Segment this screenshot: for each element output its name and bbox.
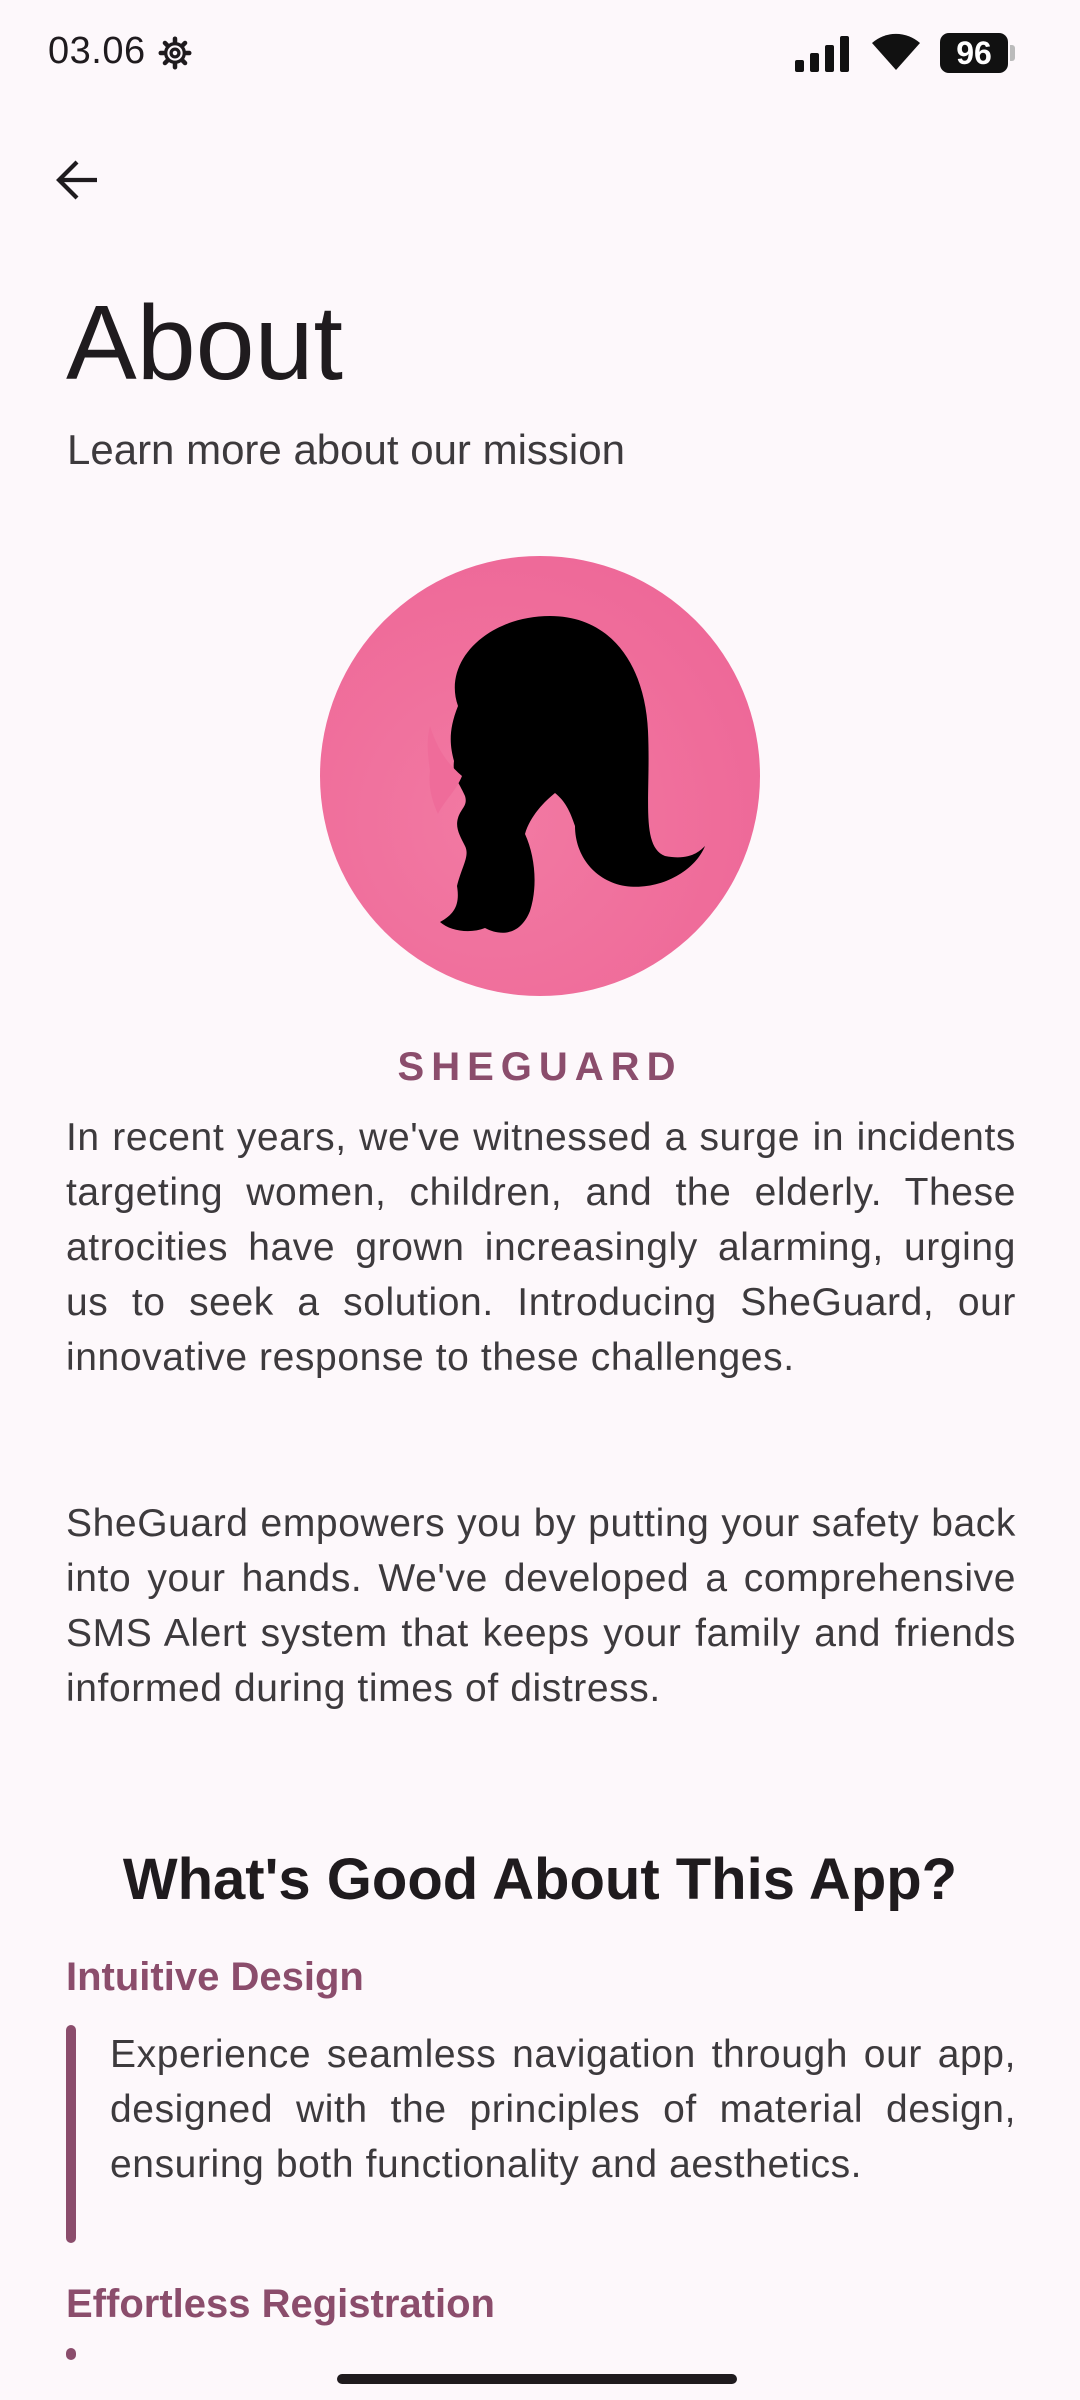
page-title: About: [66, 284, 344, 402]
status-bar: 03.06 96: [0, 0, 1080, 110]
intro-paragraph-1: In recent years, we've witnessed a surge…: [66, 1116, 1016, 1379]
wifi-icon: [870, 30, 922, 72]
back-button[interactable]: [40, 145, 114, 219]
features-heading: What's Good About This App?: [122, 1847, 958, 1912]
app-name: SHEGUARD: [397, 1045, 683, 1089]
arrow-left-icon: [53, 156, 101, 209]
feature-accent-bar: [66, 2348, 76, 2360]
signal-icon: [795, 36, 853, 72]
status-time: 03.06: [48, 30, 146, 72]
intro-paragraph-2: SheGuard empowers you by putting your sa…: [66, 1502, 1016, 1710]
battery-tip: [1010, 45, 1015, 61]
page-subtitle: Learn more about our mission: [67, 426, 625, 473]
woman-silhouette-icon: [427, 616, 705, 933]
battery-icon: 96: [940, 33, 1008, 73]
gear-icon: [157, 35, 193, 71]
app-logo: [320, 556, 760, 996]
feature-title-intuitive-design: Intuitive Design: [66, 1955, 364, 1999]
feature-description-intuitive-design: Experience seamless navigation through o…: [110, 2033, 1016, 2186]
feature-accent-bar: [66, 2025, 76, 2243]
home-indicator[interactable]: [337, 2374, 737, 2384]
feature-title-effortless-registration: Effortless Registration: [66, 2282, 495, 2326]
